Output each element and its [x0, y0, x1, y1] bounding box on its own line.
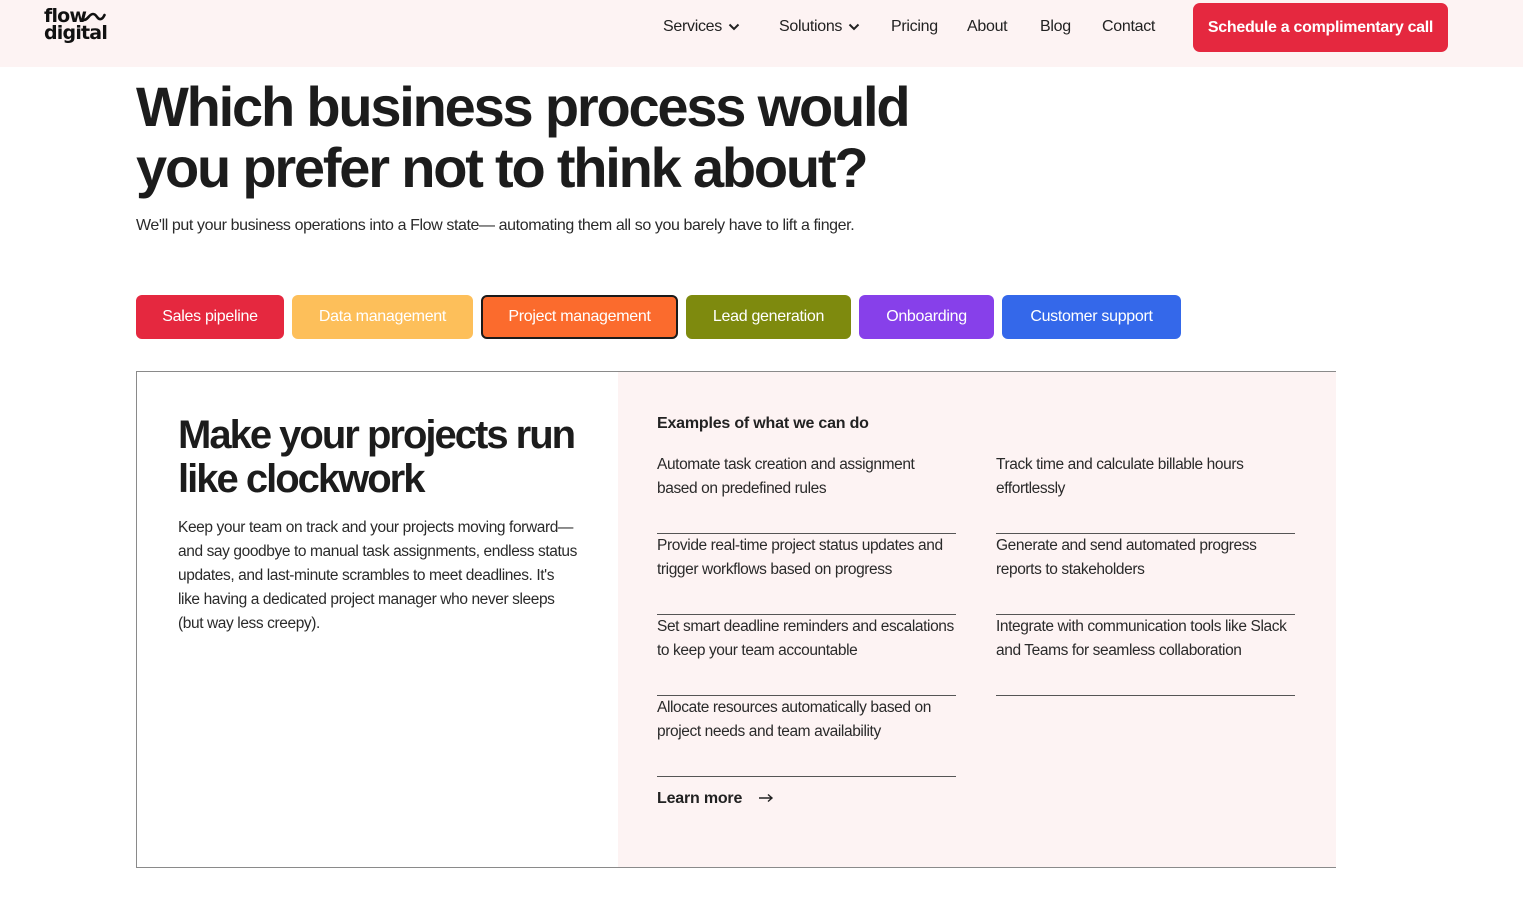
nav-solutions-label: Solutions	[779, 18, 843, 35]
learn-more-label: Learn more	[657, 790, 743, 807]
nav-pricing[interactable]: Pricing	[891, 17, 938, 37]
site-header: flow digital Services Solutions Pricing …	[0, 0, 1523, 67]
nav-solutions[interactable]: Solutions	[779, 17, 860, 37]
example-item: Provide real-time project status updates…	[657, 534, 956, 615]
tab-data-management[interactable]: Data management	[292, 295, 473, 339]
schedule-call-button[interactable]: Schedule a complimentary call	[1193, 3, 1448, 52]
logo-line-2: digital	[44, 22, 108, 44]
nav-about[interactable]: About	[967, 17, 1008, 37]
tab-onboarding[interactable]: Onboarding	[859, 295, 994, 339]
example-item: Allocate resources automatically based o…	[657, 696, 956, 777]
example-item: Set smart deadline reminders and escalat…	[657, 615, 956, 696]
arrow-right-icon	[758, 790, 774, 808]
examples-heading: Examples of what we can do	[657, 415, 869, 432]
tab-customer-support[interactable]: Customer support	[1002, 295, 1181, 339]
panel-description: Keep your team on track and your project…	[178, 519, 577, 632]
flow-digital-logo[interactable]: flow digital	[44, 7, 108, 47]
page-title: Which business process would you prefer …	[136, 75, 911, 199]
example-item: Automate task creation and assignment ba…	[657, 453, 956, 534]
example-item: Track time and calculate billable hours …	[996, 453, 1295, 534]
tab-project-management[interactable]: Project management	[481, 295, 678, 339]
example-item: Integrate with communication tools like …	[996, 615, 1295, 696]
panel-title: Make your projects run like clockwork	[178, 413, 576, 501]
nav-services[interactable]: Services	[663, 17, 740, 37]
nav-services-label: Services	[663, 18, 722, 35]
chevron-down-icon	[728, 18, 740, 36]
tab-sales-pipeline[interactable]: Sales pipeline	[136, 295, 284, 339]
page-subtitle: We'll put your business operations into …	[136, 217, 855, 234]
example-item: Generate and send automated progress rep…	[996, 534, 1295, 615]
nav-contact[interactable]: Contact	[1102, 17, 1155, 37]
nav-blog[interactable]: Blog	[1040, 17, 1071, 37]
chevron-down-icon	[848, 18, 860, 36]
tab-panel: Make your projects run like clockwork Ke…	[136, 371, 1336, 868]
tab-lead-generation[interactable]: Lead generation	[686, 295, 851, 339]
learn-more-link[interactable]: Learn more	[657, 790, 774, 808]
